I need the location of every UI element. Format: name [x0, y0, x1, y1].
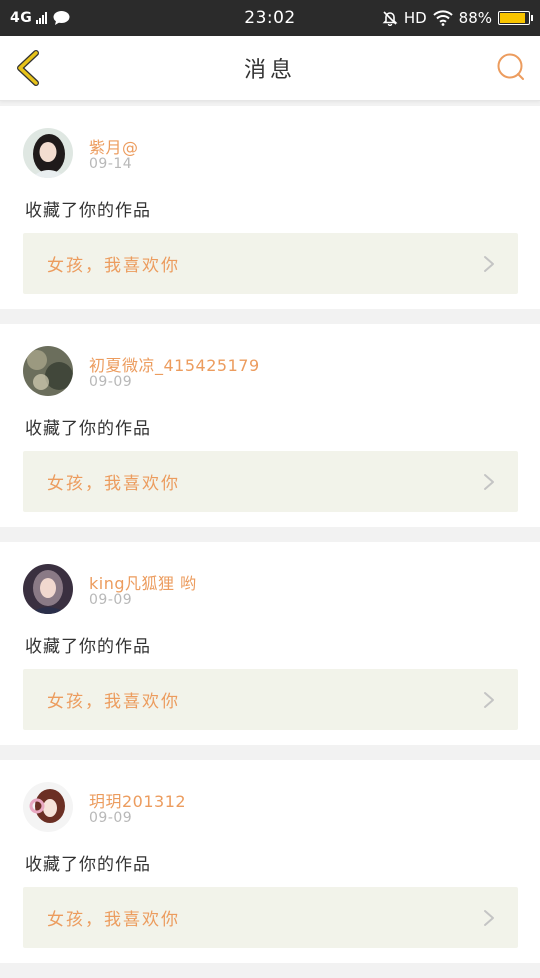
clock: 23:02 — [244, 8, 296, 28]
search-icon[interactable] — [496, 52, 526, 82]
work-link[interactable]: 女孩，我喜欢你 — [23, 669, 518, 730]
wifi-icon — [432, 10, 453, 26]
avatar[interactable] — [23, 564, 73, 614]
work-link[interactable]: 女孩，我喜欢你 — [23, 451, 518, 512]
action-text: 收藏了你的作品 — [25, 637, 151, 657]
work-title: 女孩，我喜欢你 — [47, 256, 180, 276]
chevron-right-icon — [484, 909, 494, 926]
action-text: 收藏了你的作品 — [25, 201, 151, 221]
username[interactable]: 初夏微凉_415425179 — [89, 352, 260, 376]
battery-icon — [498, 11, 533, 25]
username[interactable]: 玥玥201312 — [89, 788, 186, 812]
avatar[interactable] — [23, 782, 73, 832]
avatar-image — [23, 128, 73, 178]
network-type: 4G — [10, 10, 33, 26]
status-right: HD 88% — [330, 9, 533, 27]
chevron-left-icon[interactable] — [14, 50, 44, 86]
action-text: 收藏了你的作品 — [25, 855, 151, 875]
message-icon — [53, 11, 70, 25]
work-link[interactable]: 女孩，我喜欢你 — [23, 233, 518, 294]
chevron-right-icon — [484, 255, 494, 272]
avatar-image — [23, 564, 73, 614]
work-link[interactable]: 女孩，我喜欢你 — [23, 887, 518, 948]
mute-icon — [382, 11, 398, 26]
message-card: 初夏微凉_415425179 09-09 收藏了你的作品 女孩，我喜欢你 — [0, 324, 540, 527]
username[interactable]: king凡狐狸 哟 — [89, 570, 197, 594]
avatar-image — [23, 346, 73, 396]
message-card: 紫月@ 09-14 收藏了你的作品 女孩，我喜欢你 — [0, 106, 540, 309]
message-date: 09-09 — [89, 374, 133, 390]
message-date: 09-09 — [89, 592, 133, 608]
message-card: king凡狐狸 哟 09-09 收藏了你的作品 女孩，我喜欢你 — [0, 542, 540, 745]
message-list: 紫月@ 09-14 收藏了你的作品 女孩，我喜欢你 初夏微凉_415425179… — [0, 106, 540, 978]
battery-level — [500, 13, 525, 23]
work-title: 女孩，我喜欢你 — [47, 692, 180, 712]
status-bar: 4G 23:02 HD 88% — [0, 0, 540, 36]
avatar[interactable] — [23, 346, 73, 396]
chevron-right-icon — [484, 691, 494, 708]
hd-indicator: HD — [403, 9, 427, 27]
avatar-image — [23, 782, 73, 832]
message-date: 09-14 — [89, 156, 133, 172]
message-date: 09-09 — [89, 810, 133, 826]
battery-percent: 88% — [458, 9, 492, 27]
header: 消息 — [0, 36, 540, 101]
action-text: 收藏了你的作品 — [25, 419, 151, 439]
username[interactable]: 紫月@ — [89, 134, 139, 158]
chevron-right-icon — [484, 473, 494, 490]
avatar[interactable] — [23, 128, 73, 178]
work-title: 女孩，我喜欢你 — [47, 910, 180, 930]
work-title: 女孩，我喜欢你 — [47, 474, 180, 494]
message-card: 玥玥201312 09-09 收藏了你的作品 女孩，我喜欢你 — [0, 760, 540, 963]
status-left: 4G — [10, 10, 210, 26]
page-title: 消息 — [243, 58, 296, 83]
signal-icon — [36, 12, 48, 24]
